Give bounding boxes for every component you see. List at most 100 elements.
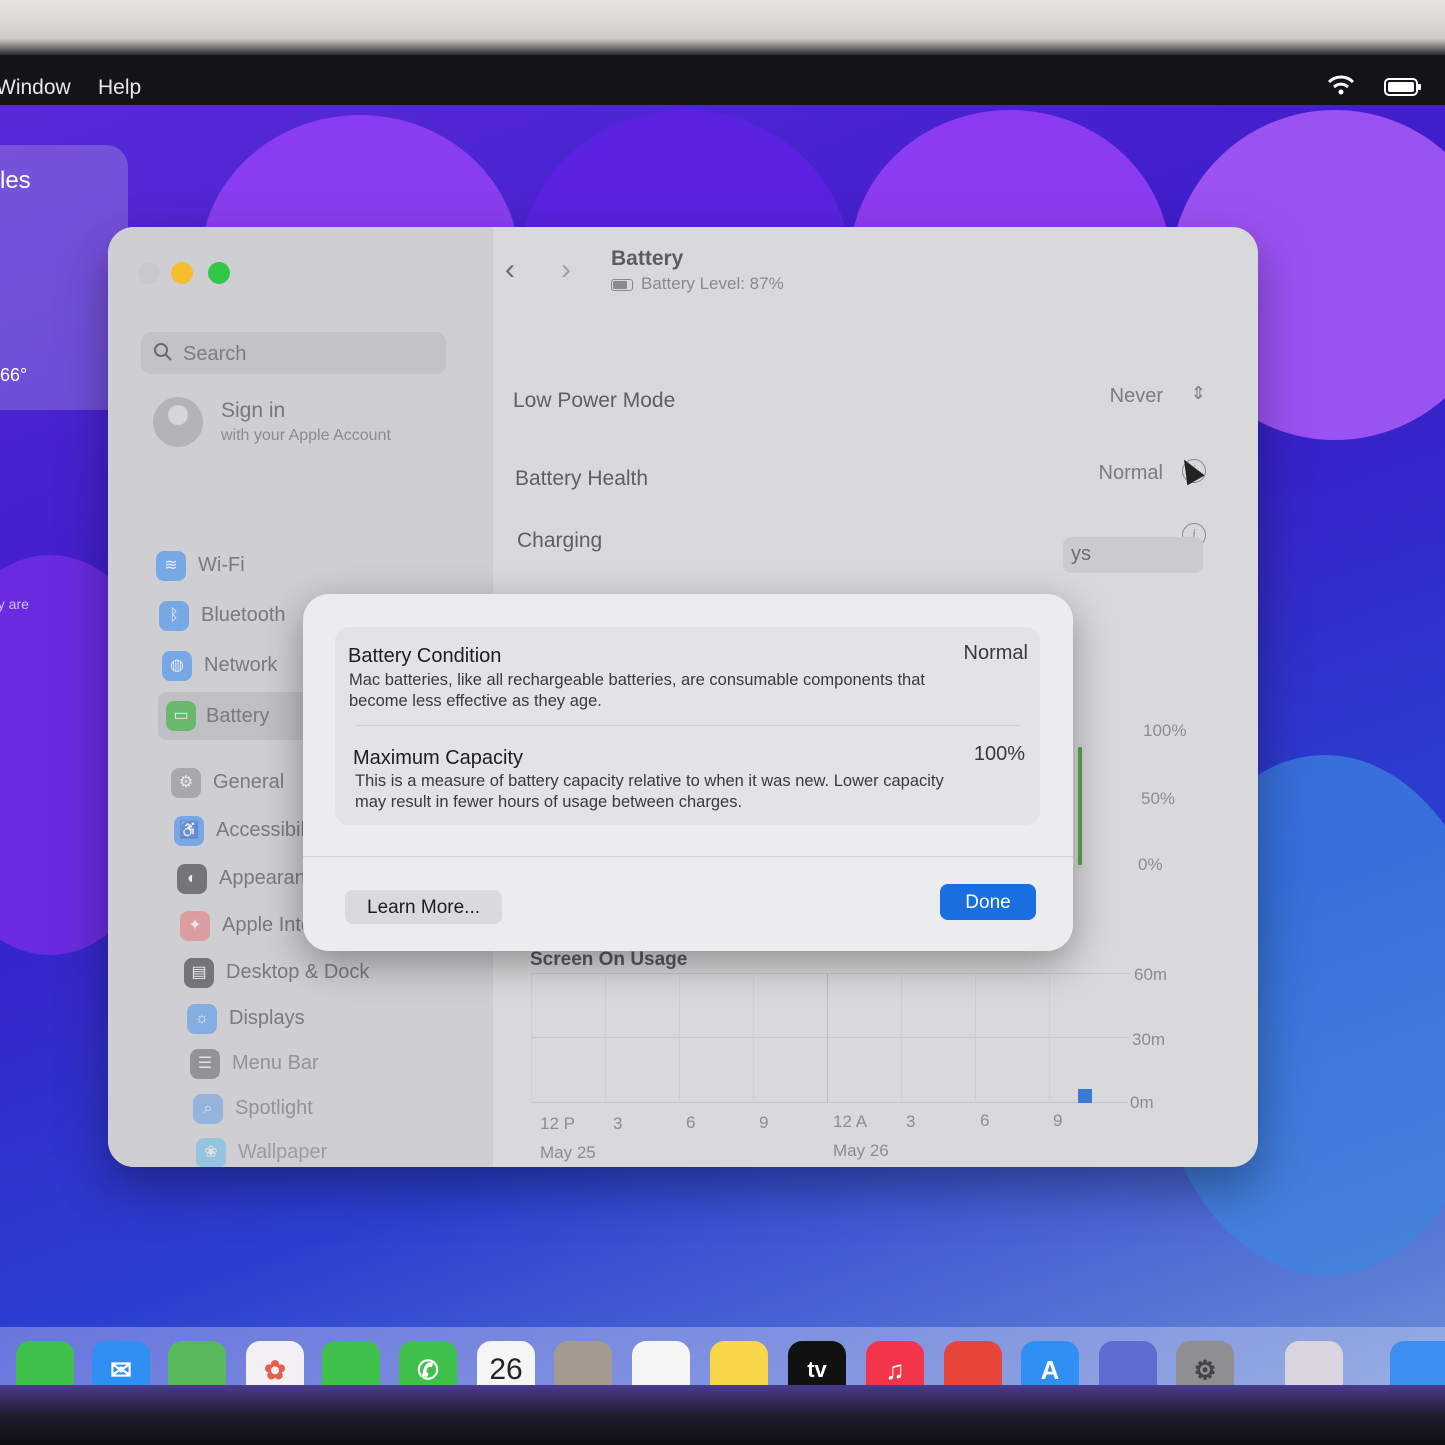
usage-gridline <box>532 1102 1128 1103</box>
learn-more-button[interactable]: Learn More... <box>345 890 502 924</box>
sidebar-item-menu-bar[interactable]: ☰ Menu Bar <box>190 1045 490 1085</box>
page-title: Battery <box>611 247 684 270</box>
battery-icon: ▭ <box>166 701 196 731</box>
usage-y-tick: 60m <box>1134 965 1168 984</box>
level-tick: 0% <box>1138 855 1163 874</box>
segment-label: ys <box>1071 543 1091 565</box>
monitor-bezel-bottom <box>0 1385 1445 1445</box>
sidebar-item-label: Displays <box>229 1007 305 1029</box>
sidebar-item-label: Bluetooth <box>201 604 286 626</box>
sidebar-item-label: Battery <box>206 705 270 727</box>
divider <box>303 856 1073 857</box>
sidebar-item-wallpaper[interactable]: ❀ Wallpaper <box>196 1134 496 1167</box>
charging-label: Charging <box>517 529 603 552</box>
sidebar-item-label: Wi-Fi <box>198 554 245 576</box>
widget-snippet: ey are <box>0 596 29 612</box>
page-subtitle: Battery Level: 87% <box>611 274 784 294</box>
usage-vgrid <box>1049 973 1050 1103</box>
sidebar-item-label: Accessibil <box>216 819 305 841</box>
sidebar-item-label: Wallpaper <box>238 1141 328 1163</box>
sidebar-item-desktop-dock[interactable]: ▤ Desktop & Dock <box>184 954 484 994</box>
usage-vgrid <box>605 973 606 1103</box>
condition-value: Normal <box>963 642 1028 664</box>
gear-icon: ⚙ <box>171 768 201 798</box>
search-field[interactable]: Search <box>141 332 446 374</box>
time-range-segmented-control[interactable]: ys <box>1063 537 1203 573</box>
usage-y-tick: 30m <box>1132 1030 1166 1049</box>
widget-temperature: 66° <box>0 365 28 385</box>
level-tick: 100% <box>1143 721 1187 740</box>
usage-date-label: May 25 <box>540 1143 596 1162</box>
battery-health-value: Normal <box>1098 462 1163 484</box>
done-button[interactable]: Done <box>940 884 1036 920</box>
usage-x-tick: 3 <box>613 1114 623 1133</box>
wifi-icon[interactable] <box>1326 74 1356 102</box>
dock-icon: ▤ <box>184 958 214 988</box>
sidebar-item-label: General <box>213 771 285 793</box>
usage-vgrid <box>901 973 902 1103</box>
wallpaper-icon: ❀ <box>196 1138 226 1167</box>
widget-title: les <box>0 167 31 194</box>
wifi-icon: ≋ <box>156 551 186 581</box>
sidebar-item-displays[interactable]: ☼ Displays <box>187 1000 487 1040</box>
usage-x-tick: 9 <box>759 1113 769 1132</box>
sidebar-item-label: Spotlight <box>235 1097 313 1119</box>
usage-vgrid <box>975 973 976 1103</box>
back-button[interactable]: ‹ <box>505 253 515 287</box>
usage-gridline <box>531 1037 1129 1038</box>
usage-x-tick: 12 A <box>833 1112 868 1131</box>
battery-level-icon <box>611 278 633 291</box>
battery-health-label: Battery Health <box>515 467 649 490</box>
apple-intelligence-icon: ✦ <box>180 911 210 941</box>
usage-x-tick: 3 <box>906 1112 916 1131</box>
usage-vgrid <box>753 973 754 1103</box>
sidebar-item-wifi[interactable]: ≋ Wi-Fi <box>156 547 456 587</box>
low-power-label: Low Power Mode <box>513 389 676 412</box>
usage-x-tick: 6 <box>980 1111 990 1130</box>
low-power-value[interactable]: Never <box>1110 385 1163 408</box>
menu-help[interactable]: Help <box>98 76 141 100</box>
sidebar-item-label: Apple Inte <box>222 914 313 936</box>
battery-health-dialog: Battery Condition Normal Mac batteries, … <box>303 594 1073 951</box>
search-icon <box>153 342 173 368</box>
spotlight-icon: ⌕ <box>193 1094 223 1124</box>
account-subtitle: with your Apple Account <box>221 427 391 444</box>
avatar <box>153 397 203 447</box>
bluetooth-icon: ᛒ <box>159 601 189 631</box>
globe-icon: ◍ <box>162 651 192 681</box>
menu-bar: Window Help <box>0 60 1445 120</box>
capacity-title: Maximum Capacity <box>353 747 524 769</box>
sidebar-item-label: Menu Bar <box>232 1052 319 1074</box>
usage-x-tick: 12 P <box>540 1114 575 1133</box>
level-tick: 50% <box>1141 789 1176 808</box>
minimize-button[interactable] <box>171 262 193 284</box>
usage-y-tick: 0m <box>1130 1093 1154 1112</box>
sidebar-item-spotlight[interactable]: ⌕ Spotlight <box>193 1090 493 1130</box>
close-button[interactable] <box>138 262 160 284</box>
forward-button[interactable]: › <box>561 253 571 287</box>
divider <box>355 725 1020 726</box>
usage-vgrid <box>531 973 532 1103</box>
usage-bar <box>1078 1089 1092 1103</box>
usage-vgrid <box>679 973 680 1103</box>
search-placeholder: Search <box>183 343 247 365</box>
zoom-button[interactable] <box>208 262 230 284</box>
account-name: Sign in <box>221 399 286 422</box>
chevron-updown-icon[interactable]: ⇕ <box>1191 383 1206 404</box>
displays-icon: ☼ <box>187 1004 217 1034</box>
sidebar-item-label: Desktop & Dock <box>226 961 370 983</box>
menu-bar-icon: ☰ <box>190 1049 220 1079</box>
sidebar-item-label: Network <box>204 654 278 676</box>
battery-health-card: Battery Condition Normal Mac batteries, … <box>335 627 1040 825</box>
usage-gridline <box>530 973 1130 974</box>
usage-vgrid <box>827 973 828 1103</box>
sidebar-item-label: Appearanc <box>219 867 316 889</box>
usage-x-tick: 9 <box>1053 1111 1063 1130</box>
battery-icon[interactable] <box>1384 78 1422 102</box>
condition-title: Battery Condition <box>348 645 502 667</box>
appearance-icon: ◐ <box>177 864 207 894</box>
sidebar-item-battery[interactable]: ▭ Battery <box>158 692 308 740</box>
monitor-bezel-top <box>0 0 1445 55</box>
apple-account-signin[interactable]: Sign in with your Apple Account <box>153 397 453 457</box>
menu-window[interactable]: Window <box>0 76 71 100</box>
